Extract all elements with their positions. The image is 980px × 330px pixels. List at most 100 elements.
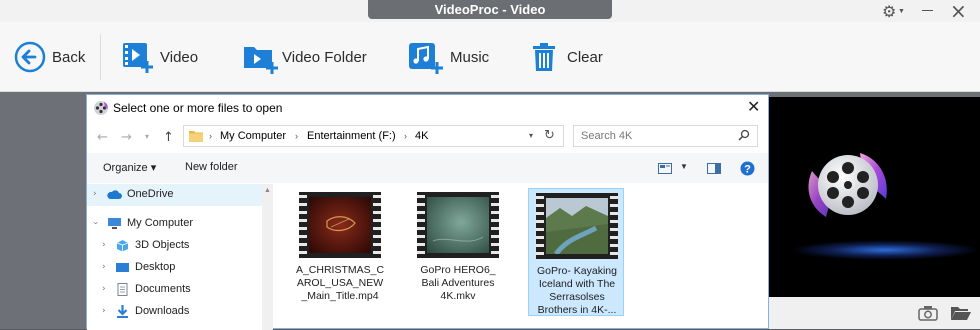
address-dropdown-icon[interactable]: ▾	[529, 131, 533, 140]
chevron-down-icon[interactable]: ▼	[898, 8, 905, 15]
sidebar-item-label: Downloads	[135, 305, 190, 317]
sidebar-item-label: 3D Objects	[135, 239, 190, 251]
folder-icon	[189, 131, 203, 142]
christmas-carol-thumbnail	[309, 197, 371, 253]
add-music-button[interactable]: Music	[407, 39, 489, 75]
app-reel-icon	[94, 101, 108, 115]
preview-controls	[768, 297, 980, 329]
music-label: Music	[450, 48, 490, 66]
cube-icon	[116, 240, 129, 252]
sidebar-item-onedrive[interactable]: › OneDrive	[87, 184, 262, 206]
video-folder-label: Video Folder	[282, 48, 367, 66]
video-label: Video	[160, 48, 199, 66]
add-video-folder-button[interactable]: Video Folder	[242, 39, 367, 75]
breadcrumb-my-computer[interactable]: My Computer	[220, 130, 286, 142]
forward-nav-button[interactable]: →	[121, 130, 132, 145]
close-app-button[interactable]: ×	[950, 0, 967, 23]
music-add-icon	[409, 43, 443, 74]
dialog-title: Select one or more files to open	[113, 101, 283, 115]
film-strip-holes	[299, 192, 307, 258]
file-open-dialog: Select one or more files to open ✕ ← → ▾…	[86, 94, 769, 330]
clear-label: Clear	[567, 48, 603, 66]
clear-button[interactable]: Clear	[530, 39, 603, 75]
chevron-down-icon[interactable]: ›	[90, 221, 100, 225]
gear-icon[interactable]: ⚙	[882, 2, 896, 22]
desktop-icon	[116, 263, 129, 272]
app-titlebar: VideoProc - Video ⚙ ▼ ×	[0, 0, 980, 23]
sidebar-item-3d-objects[interactable]: › 3D Objects	[87, 235, 262, 257]
minimize-button[interactable]	[922, 10, 933, 11]
breadcrumb-entertainment[interactable]: Entertainment (F:)	[307, 130, 396, 142]
chevron-right-icon[interactable]: ›	[102, 306, 106, 316]
camera-icon[interactable]	[918, 305, 938, 321]
videoproc-logo-icon	[808, 153, 887, 217]
preview-pane-icon[interactable]	[707, 163, 721, 174]
address-bar[interactable]: › My Computer › Entertainment (F:) › 4K …	[183, 125, 564, 147]
bali-ocean-thumbnail	[427, 197, 489, 253]
search-icon[interactable]	[738, 129, 750, 141]
film-strip-holes	[373, 192, 381, 258]
film-strip-holes	[417, 192, 425, 258]
back-button[interactable]: Back	[14, 39, 85, 75]
video-thumbnail	[299, 192, 381, 258]
chevron-right-icon[interactable]: ›	[102, 262, 106, 272]
preview-panel	[768, 97, 980, 297]
file-item[interactable]: A_CHRISTMAS_C AROL_USA_NEW _Main_Title.m…	[292, 188, 388, 316]
chevron-right-icon[interactable]: ›	[93, 189, 97, 199]
new-folder-button[interactable]: New folder	[185, 161, 238, 173]
breadcrumb-separator: ›	[295, 131, 298, 141]
main-toolbar: Back Video Video Folder Music Clear	[0, 22, 980, 92]
download-icon	[117, 305, 128, 318]
preview-glow	[790, 240, 980, 260]
trash-icon	[533, 43, 555, 71]
film-strip-holes	[610, 193, 618, 259]
navigation-pane: › OneDrive › My Computer › 3D Objects ›	[87, 184, 273, 330]
svg-text:?: ?	[744, 164, 751, 176]
view-dropdown-icon[interactable]: ▼	[680, 162, 688, 171]
sidebar-item-label: My Computer	[127, 217, 194, 229]
sidebar-item-label: Desktop	[135, 261, 176, 273]
film-strip-holes	[491, 192, 499, 258]
add-video-button[interactable]: Video	[120, 39, 198, 75]
folder-video-icon	[244, 47, 278, 74]
chevron-right-icon[interactable]: ›	[102, 240, 106, 250]
video-thumbnail	[417, 192, 499, 258]
sidebar-item-documents[interactable]: › Documents	[87, 279, 262, 301]
organize-button[interactable]: Organize ▾	[103, 161, 156, 174]
file-item[interactable]: GoPro HERO6_ Bali Adventures 4K.mkv	[410, 188, 506, 316]
search-box[interactable]: Search 4K	[573, 125, 758, 147]
up-folder-button[interactable]: ↑	[163, 130, 174, 145]
dialog-close-button[interactable]: ✕	[747, 97, 760, 116]
file-name: GoPro HERO6_ Bali Adventures 4K.mkv	[420, 264, 496, 302]
sidebar-item-downloads[interactable]: › Downloads	[87, 301, 262, 323]
video-add-icon	[123, 43, 153, 73]
refresh-icon[interactable]: ↻	[544, 128, 555, 143]
open-folder-icon[interactable]	[950, 305, 972, 321]
back-label: Back	[52, 48, 86, 66]
sidebar-item-my-computer[interactable]: › My Computer	[87, 213, 262, 235]
help-icon[interactable]: ?	[740, 161, 755, 176]
breadcrumb-4k[interactable]: 4K	[415, 130, 428, 142]
film-strip-holes	[536, 193, 544, 259]
search-placeholder: Search 4K	[581, 130, 633, 142]
video-thumbnail	[536, 193, 618, 259]
sidebar-item-label: OneDrive	[127, 188, 174, 200]
recent-locations-button[interactable]: ▾	[145, 132, 149, 141]
scroll-up-icon[interactable]: ▲	[264, 187, 271, 194]
breadcrumb-separator: ›	[209, 131, 212, 141]
sidebar-item-desktop[interactable]: › Desktop	[87, 257, 262, 279]
breadcrumb-separator: ›	[404, 131, 407, 141]
back-nav-button[interactable]: ←	[97, 130, 108, 145]
file-name: A_CHRISTMAS_C AROL_USA_NEW _Main_Title.m…	[295, 264, 385, 302]
iceland-kayak-thumbnail	[546, 198, 608, 254]
toolbar-divider	[100, 34, 101, 80]
computer-icon	[108, 218, 121, 229]
chevron-right-icon[interactable]: ›	[102, 284, 106, 294]
sidebar-scrollbar[interactable]	[262, 184, 273, 330]
document-icon	[117, 283, 128, 296]
file-item-selected[interactable]: GoPro- Kayaking Iceland with The Serraso…	[528, 188, 624, 316]
file-name: GoPro- Kayaking Iceland with The Serraso…	[537, 265, 617, 316]
view-options-icon[interactable]	[658, 163, 672, 174]
app-title: VideoProc - Video	[368, 0, 612, 19]
sidebar-item-label: Documents	[135, 283, 191, 295]
